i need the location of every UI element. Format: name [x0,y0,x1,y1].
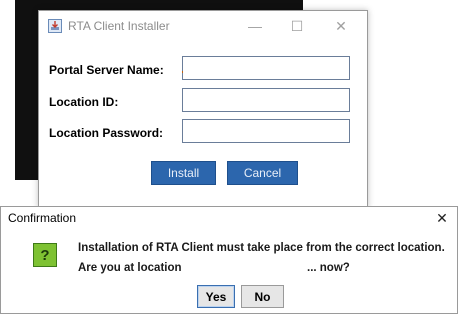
app-icon [48,19,62,33]
maximize-button[interactable]: ☐ [279,14,315,38]
text-caret [182,71,183,73]
location-password-label: Location Password: [49,126,164,140]
question-icon: ? [33,243,57,267]
install-button[interactable]: Install [151,161,216,185]
location-id-input[interactable] [182,88,350,112]
confirmation-close-button[interactable]: ✕ [431,209,453,227]
portal-server-name-label: Portal Server Name: [49,63,164,77]
installer-titlebar[interactable]: RTA Client Installer — ☐ ✕ [39,11,367,41]
close-icon: ✕ [436,209,448,226]
installer-title: RTA Client Installer [68,19,170,33]
message-line-2b: ... now? [307,262,350,274]
maximize-icon: ☐ [290,17,304,34]
minimize-button[interactable]: — [237,14,273,38]
cancel-button[interactable]: Cancel [227,161,298,185]
yes-button[interactable]: Yes [197,285,235,308]
confirmation-title: Confirmation [8,211,77,225]
message-line-1: Installation of RTA Client must take pla… [78,242,445,254]
minimize-icon: — [248,18,262,34]
portal-server-name-input[interactable] [182,56,350,80]
close-button[interactable]: ✕ [323,14,359,38]
close-icon: ✕ [335,17,347,34]
installer-window: RTA Client Installer — ☐ ✕ Portal Server… [38,10,368,208]
no-button[interactable]: No [241,285,284,308]
message-line-2a: Are you at location [78,262,182,274]
confirmation-dialog: Confirmation ✕ ? Installation of RTA Cli… [0,206,458,314]
location-id-label: Location ID: [49,95,119,109]
location-password-input[interactable] [182,119,350,143]
